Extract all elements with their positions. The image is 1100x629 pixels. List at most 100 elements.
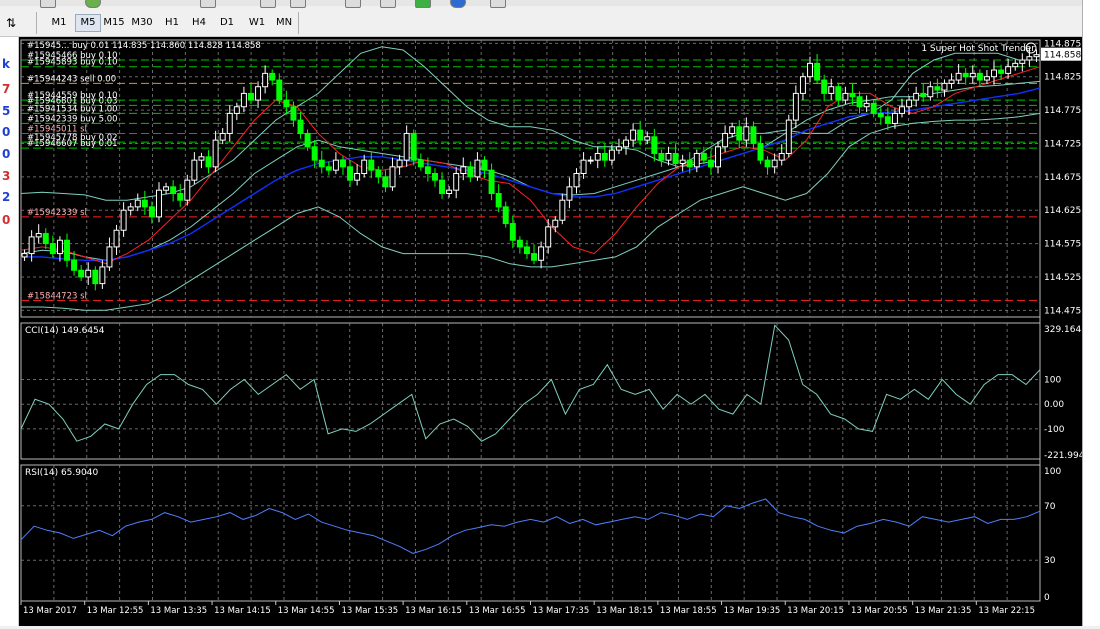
market-watch-value: 7 <box>2 82 11 96</box>
candle-body <box>21 253 28 258</box>
plus-icon[interactable] <box>85 0 101 8</box>
time-axis-label: 13 Mar 16:15 <box>405 606 462 616</box>
candle-body <box>297 119 304 134</box>
timeframe-h4-button[interactable]: H4 <box>187 15 211 31</box>
candle-body <box>559 199 566 221</box>
candle-body <box>28 236 35 255</box>
folder-icon[interactable] <box>40 0 56 8</box>
time-axis-label: 13 Mar 21:35 <box>915 606 972 616</box>
timeframe-m1-button[interactable]: M1 <box>47 15 71 31</box>
timeframe-m5-button[interactable]: M5 <box>75 14 101 32</box>
candle-body <box>127 206 134 211</box>
candle-body <box>863 102 870 108</box>
price-axis-label: 114.625 <box>1044 206 1081 216</box>
candle-body <box>531 253 538 261</box>
bollinger-middle-line <box>20 80 1041 261</box>
candle-body <box>630 129 637 141</box>
candle-body <box>998 69 1005 74</box>
candle-body <box>757 142 764 161</box>
market-watch-strip: k 7 5 0 0 3 2 0 <box>0 37 19 626</box>
cci-axis-label: 100 <box>1044 376 1061 386</box>
candle-body <box>403 132 410 161</box>
candle-body <box>304 132 311 148</box>
candle-body <box>976 72 983 81</box>
timeframe-w1-button[interactable]: W1 <box>245 15 269 31</box>
candle-body <box>368 159 375 171</box>
candle-body <box>240 92 247 108</box>
right-scrollbar[interactable] <box>1082 0 1100 626</box>
line-studies-icon[interactable]: ⇅ <box>2 15 20 31</box>
candle-body <box>163 186 170 191</box>
candle-body <box>580 159 587 174</box>
candle-body <box>877 112 884 118</box>
market-watch-value: 3 <box>2 169 11 183</box>
candle-body <box>347 166 354 181</box>
timeframe-h1-button[interactable]: H1 <box>160 15 184 31</box>
candle-body <box>948 79 955 84</box>
candle-body <box>955 72 962 81</box>
order-label: #15844723 sl <box>27 291 87 301</box>
candle-body <box>842 92 849 101</box>
candle-body <box>467 166 474 178</box>
chart-icon[interactable] <box>200 0 216 8</box>
text-icon[interactable] <box>290 0 306 8</box>
candle-body <box>255 86 262 101</box>
chart-svg[interactable]: 114.875114.825114.775114.725114.675114.6… <box>19 37 1090 626</box>
candle-body <box>389 166 396 188</box>
candle-body <box>934 86 941 91</box>
candle-body <box>750 126 757 144</box>
candle-body <box>56 239 63 255</box>
candle-body <box>644 136 651 141</box>
candle-body <box>325 166 332 171</box>
candle-body <box>849 92 856 98</box>
order-label: #15945893 buy 0.10 <box>27 58 118 68</box>
candle-body <box>134 199 141 208</box>
market-watch-value: 0 <box>2 125 11 139</box>
pencil-icon[interactable] <box>260 0 276 8</box>
chart-toolbar: ⇅ M1 M5 M15 M30 H1 H4 D1 W1 MN <box>0 0 1082 37</box>
candle-body <box>983 76 990 81</box>
timeframe-m15-button[interactable]: M15 <box>102 15 126 31</box>
candle-body <box>354 172 361 181</box>
candle-body <box>148 206 155 218</box>
rsi-panel-frame <box>20 464 1041 602</box>
cursor-icon[interactable] <box>380 0 396 8</box>
time-axis-label: 13 Mar 12:55 <box>87 606 144 616</box>
time-axis-label: 13 Mar 18:55 <box>660 606 717 616</box>
refresh-icon[interactable] <box>450 0 466 8</box>
candle-body <box>637 129 644 141</box>
candle-body <box>64 239 70 261</box>
order-label: #15942339 buy 5.00 <box>27 114 118 124</box>
time-axis-label: 13 Mar 14:55 <box>278 606 335 616</box>
candle-body <box>361 159 368 174</box>
window-icon[interactable] <box>490 0 506 8</box>
candle-body <box>927 86 934 98</box>
candle-body <box>1033 54 1040 58</box>
candle-body <box>42 233 49 245</box>
candle-body <box>807 62 813 78</box>
candle-body <box>78 269 85 278</box>
candle-body <box>205 156 212 168</box>
candle-body <box>906 99 913 108</box>
price-axis-label: 114.825 <box>1044 73 1081 83</box>
order-label: #15941534 buy 1.00 <box>27 104 118 114</box>
timeframe-m30-button[interactable]: M30 <box>130 15 154 31</box>
candle-body <box>601 152 608 161</box>
candle-body <box>1012 62 1019 68</box>
new-order-icon[interactable] <box>415 0 431 8</box>
candle-body <box>707 159 714 168</box>
candle-body <box>658 152 665 161</box>
time-axis-label: 13 Mar 22:15 <box>978 606 1035 616</box>
candle-body <box>198 156 205 161</box>
price-axis-label: 114.525 <box>1044 273 1081 283</box>
timeframe-mn-button[interactable]: MN <box>272 15 296 31</box>
chart-area[interactable]: 114.875 114.825 114.775 114.725 114.675 114.6… <box>19 37 1090 626</box>
timeframe-d1-button[interactable]: D1 <box>215 15 239 31</box>
candle-body <box>460 166 467 174</box>
current-price-label: 114.858 <box>1044 51 1081 61</box>
candle-body <box>269 72 276 81</box>
candle-body <box>35 233 42 238</box>
candle-body <box>715 146 722 168</box>
candle-body <box>184 179 191 201</box>
arrow-icon[interactable] <box>345 0 361 8</box>
